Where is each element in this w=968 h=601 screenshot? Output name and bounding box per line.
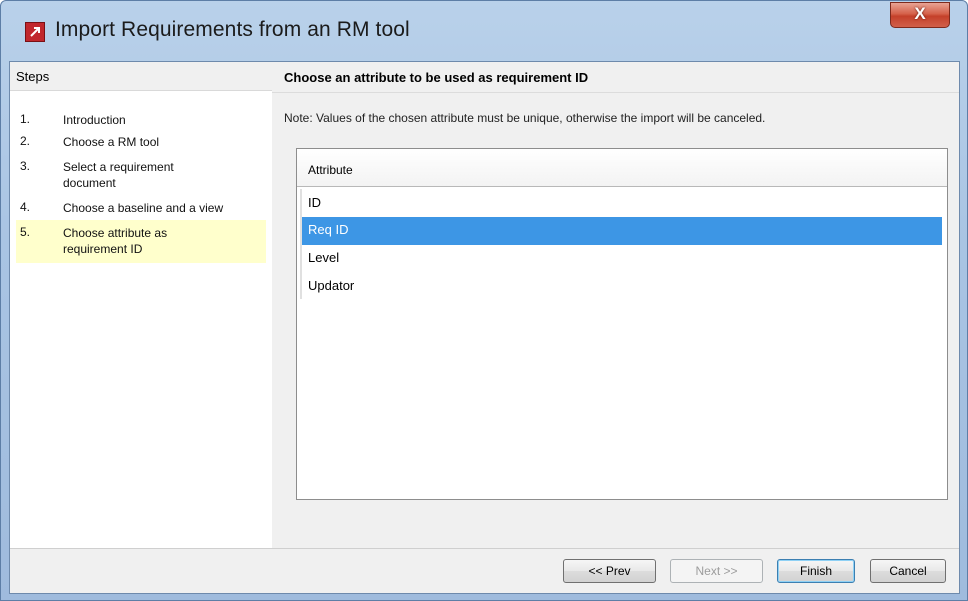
step-label: Choose a RM tool — [63, 135, 160, 149]
content-pane: Choose an attribute to be used as requir… — [272, 62, 959, 548]
step-label: Choose attribute as requirement ID — [63, 226, 168, 256]
title-bar[interactable]: Import Requirements from an RM tool X — [1, 1, 967, 53]
button-bar: << Prev Next >> Finish Cancel — [10, 548, 959, 593]
close-icon: X — [914, 4, 926, 23]
finish-button[interactable]: Finish — [777, 559, 855, 583]
column-header-attribute[interactable]: Attribute — [297, 149, 947, 187]
import-requirements-dialog: Import Requirements from an RM tool X St… — [0, 0, 968, 601]
step-select-document: 3. Select a requirement document — [16, 157, 202, 193]
prev-button[interactable]: << Prev — [563, 559, 656, 583]
step-introduction: 1. Introduction — [16, 110, 264, 130]
panel-title: Choose an attribute to be used as requir… — [284, 70, 589, 85]
window-title: Import Requirements from an RM tool — [55, 18, 410, 41]
step-label: Introduction — [63, 113, 126, 127]
next-button[interactable]: Next >> — [670, 559, 763, 583]
table-row[interactable]: ID — [302, 190, 942, 218]
table-row[interactable]: Updator — [302, 273, 942, 301]
attribute-table[interactable]: Attribute ID Req ID Level Updator — [296, 148, 948, 500]
steps-header: Steps — [10, 62, 272, 91]
title-divider — [272, 92, 959, 93]
step-label: Select a requirement document — [63, 160, 174, 190]
arrow-icon — [30, 27, 40, 37]
cancel-button[interactable]: Cancel — [870, 559, 946, 583]
app-icon — [25, 22, 45, 42]
step-choose-baseline: 4. Choose a baseline and a view — [16, 198, 264, 218]
table-row-selected[interactable]: Req ID — [302, 217, 942, 245]
step-choose-attribute: 5. Choose attribute as requirement ID — [16, 220, 266, 263]
step-label: Choose a baseline and a view — [63, 201, 224, 215]
dialog-body: Steps 1. Introduction 2. Choose a RM too… — [9, 61, 960, 594]
steps-pane: Steps 1. Introduction 2. Choose a RM too… — [10, 62, 272, 548]
step-choose-rm-tool: 2. Choose a RM tool — [16, 132, 264, 152]
close-button[interactable]: X — [890, 2, 950, 28]
note-text: Note: Values of the chosen attribute mus… — [284, 111, 766, 125]
table-row[interactable]: Level — [302, 245, 942, 273]
